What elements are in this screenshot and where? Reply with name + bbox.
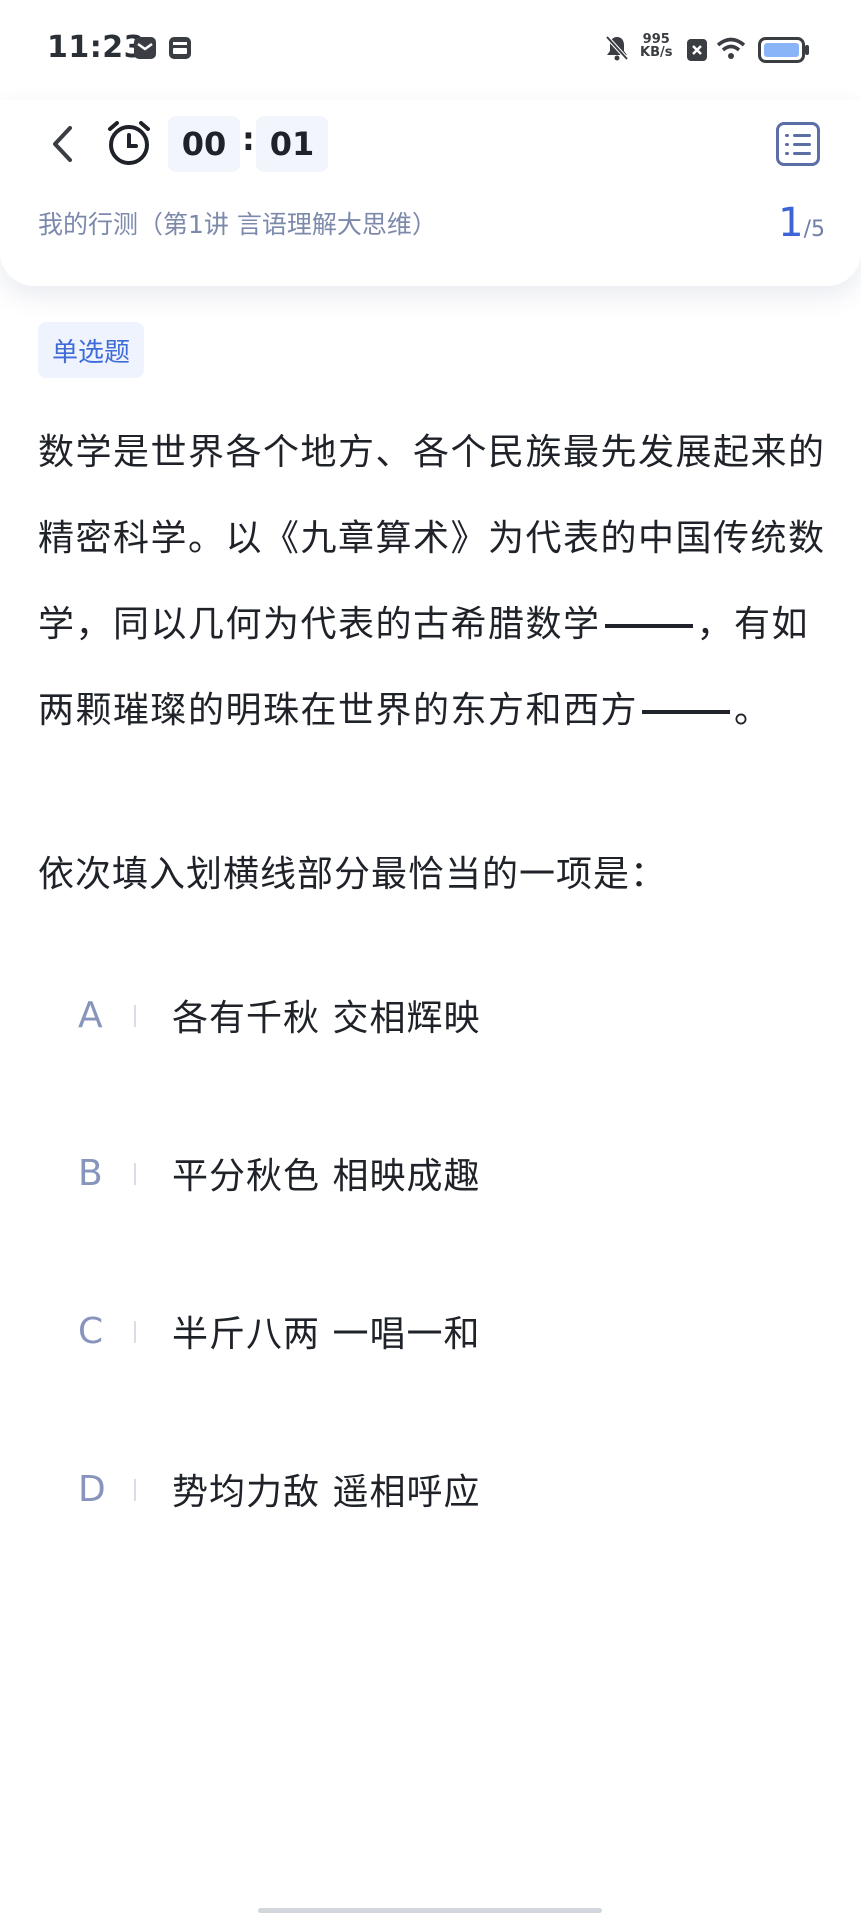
- option-letter: C: [78, 1310, 104, 1352]
- question-instruction: 依次填入划横线部分最恰当的一项是：: [38, 854, 668, 895]
- blank-1: [604, 624, 693, 628]
- option-divider: [134, 1005, 136, 1027]
- total-pages: /5: [803, 217, 825, 242]
- message-icon: [134, 37, 156, 59]
- option-b[interactable]: B 平分秋色 相映成趣: [0, 1128, 861, 1218]
- status-bar: 11:23 995 KB/s: [0, 0, 861, 100]
- option-letter: D: [78, 1468, 106, 1510]
- timer-seconds: 01: [256, 116, 328, 172]
- blank-2: [642, 710, 731, 714]
- option-text: 势均力敌 遥相呼应: [172, 1472, 481, 1513]
- option-letter: B: [78, 1152, 103, 1194]
- home-indicator[interactable]: [258, 1908, 602, 1913]
- battery-icon: [758, 37, 809, 63]
- option-letter: A: [78, 994, 103, 1036]
- option-divider: [134, 1479, 136, 1501]
- breadcrumb: 我的行测（第1讲 言语理解大思维）: [38, 210, 437, 239]
- option-text: 各有千秋 交相辉映: [172, 998, 481, 1039]
- chevron-left-icon: [53, 126, 72, 162]
- close-box-icon: [687, 39, 707, 61]
- net-speed-unit: KB/s: [640, 45, 673, 60]
- option-a[interactable]: A 各有千秋 交相辉映: [0, 970, 861, 1060]
- page-indicator: 1/5: [778, 200, 825, 246]
- answer-sheet-button[interactable]: [776, 122, 820, 166]
- option-c[interactable]: C 半斤八两 一唱一和: [0, 1286, 861, 1376]
- alarm-clock-icon: [108, 121, 150, 165]
- current-page: 1: [778, 200, 804, 246]
- option-divider: [134, 1163, 136, 1185]
- question-type-badge: 单选题: [38, 322, 145, 378]
- option-text: 平分秋色 相映成趣: [172, 1156, 481, 1197]
- stem-text-3: 。: [734, 690, 772, 731]
- question-stem: 数学是世界各个地方、各个民族最先发展起来的精密科学。以《九章算术》为代表的中国传…: [38, 410, 828, 754]
- wifi-icon: [716, 37, 746, 59]
- back-button[interactable]: [42, 120, 82, 168]
- option-text: 半斤八两 一唱一和: [172, 1314, 481, 1355]
- status-time: 11:23: [47, 30, 145, 65]
- calendar-icon: [169, 37, 191, 59]
- option-d[interactable]: D 势均力敌 遥相呼应: [0, 1444, 861, 1534]
- net-speed: 995 KB/s: [640, 33, 672, 59]
- mute-bell-icon: [605, 35, 629, 61]
- timer-separator: :: [242, 120, 255, 158]
- timer-minutes: 00: [168, 116, 240, 172]
- option-divider: [134, 1321, 136, 1343]
